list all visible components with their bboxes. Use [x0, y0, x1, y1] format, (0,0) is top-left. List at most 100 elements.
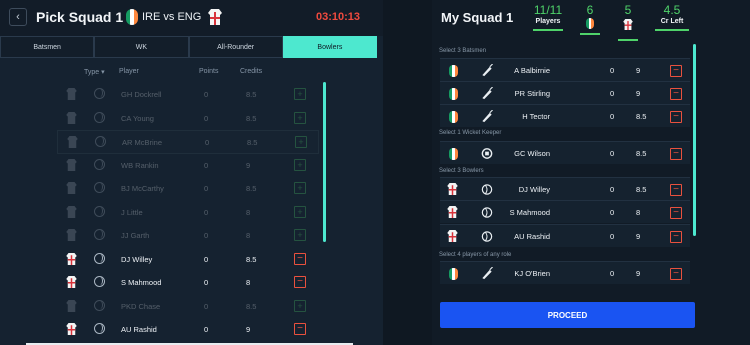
cricket-bat-icon [482, 87, 493, 100]
player-points: 0 [204, 207, 209, 217]
squad-player-credits: 8 [636, 208, 641, 217]
squad-player-row[interactable]: KJ O'Brien 0 9 − [440, 261, 690, 284]
squad-player-points: 0 [610, 89, 615, 98]
player-credits: 8 [246, 231, 251, 240]
remove-player-button[interactable]: − [670, 88, 682, 100]
player-row[interactable]: BJ McCarthy 0 8.5 + [57, 177, 319, 201]
player-points: 0 [204, 160, 209, 170]
england-jersey-icon [623, 19, 633, 30]
tab-batsmen[interactable]: Batsmen [0, 36, 95, 58]
add-player-button[interactable]: + [294, 111, 306, 124]
back-button[interactable]: ‹ [9, 8, 27, 26]
squad-player-points: 0 [610, 185, 615, 194]
section-label: Select 4 players of any role [439, 252, 512, 258]
player-points: 0 [205, 138, 210, 147]
ireland-flag-icon [449, 111, 458, 123]
stat-underline [618, 39, 638, 41]
add-player-button[interactable]: + [294, 158, 306, 171]
remove-player-button[interactable]: − [670, 148, 682, 160]
chevron-left-icon: ‹ [16, 11, 20, 23]
player-row[interactable]: J Little 0 8 + [57, 201, 319, 225]
squad-player-row[interactable]: DJ Willey 0 8.5 − [440, 177, 690, 200]
cricket-ball-icon [481, 231, 493, 242]
column-header-type[interactable]: Type ▾ [84, 68, 105, 76]
section-label: Select 1 Wicket Keeper [439, 130, 502, 136]
player-name: CA Young [121, 113, 154, 123]
england-jersey-icon [66, 276, 77, 288]
england-jersey-icon [447, 230, 458, 242]
ireland-flag-icon [449, 88, 458, 100]
squad-player-credits: 9 [636, 269, 641, 278]
remove-player-button[interactable]: − [294, 252, 306, 265]
squad-player-row[interactable]: S Mahmood 0 8 − [440, 200, 690, 223]
player-row[interactable]: JJ Garth 0 8 + [57, 224, 319, 248]
cricket-bat-icon [482, 267, 493, 280]
cricket-ball-icon [481, 207, 493, 218]
player-name: AR McBrine [122, 138, 163, 147]
column-header-player: Player [119, 68, 139, 75]
tab-bowlers[interactable]: Bowlers [282, 36, 377, 58]
cricket-ball-icon [94, 229, 105, 240]
squad-player-name: S Mahmood [509, 208, 550, 217]
england-jersey-icon [66, 323, 77, 335]
squad-player-credits: 8.5 [636, 149, 647, 158]
remove-player-button[interactable]: − [670, 231, 682, 243]
squad-player-row[interactable]: A Balbirnie 0 9 − [440, 58, 690, 81]
cricket-ball-icon [94, 88, 105, 99]
remove-player-button[interactable]: − [670, 207, 682, 219]
cricket-ball-icon [95, 136, 106, 147]
add-player-button[interactable]: + [294, 88, 306, 100]
player-name: JJ Garth [121, 231, 150, 240]
england-count-stat: 5 [618, 3, 638, 41]
add-player-button[interactable]: + [295, 136, 307, 148]
squad-list-scrollbar[interactable] [693, 44, 696, 236]
remove-player-button[interactable]: − [294, 276, 306, 288]
ireland-flag-icon [449, 148, 458, 160]
player-name: AU Rashid [121, 325, 157, 334]
player-row[interactable]: CA Young 0 8.5 + [57, 107, 319, 131]
add-player-button[interactable]: + [294, 229, 306, 241]
player-row[interactable]: AR McBrine 0 8.5 + [57, 130, 319, 154]
add-player-button[interactable]: + [294, 182, 306, 194]
remove-player-button[interactable]: − [670, 268, 682, 280]
squad-player-row[interactable]: AU Rashid 0 9 − [440, 224, 690, 247]
cricket-ball-icon [94, 182, 105, 193]
player-row[interactable]: AU Rashid 0 9 − [57, 318, 319, 342]
squad-player-name: AU Rashid [514, 232, 550, 241]
squad-title: My Squad 1 [441, 10, 514, 25]
squad-player-row[interactable]: PR Stirling 0 9 − [440, 81, 690, 104]
ireland-flag-icon [449, 65, 458, 77]
player-points: 0 [204, 90, 209, 99]
add-player-button[interactable]: + [294, 205, 306, 218]
tab-all-rounder[interactable]: All-Rounder [188, 36, 283, 58]
remove-player-button[interactable]: − [670, 184, 682, 196]
player-credits: 8.5 [246, 113, 257, 123]
player-points: 0 [204, 325, 209, 334]
player-list-scrollbar[interactable] [323, 82, 326, 242]
player-row[interactable]: S Mahmood 0 8 − [57, 271, 319, 295]
england-jersey-icon [208, 9, 222, 25]
player-credits: 9 [246, 325, 251, 334]
squad-player-row[interactable]: H Tector 0 8.5 − [440, 104, 690, 127]
player-name: S Mahmood [121, 278, 162, 287]
tab-wk[interactable]: WK [94, 36, 189, 58]
squad-player-points: 0 [610, 208, 615, 217]
remove-player-button[interactable]: − [670, 65, 682, 77]
ireland-flag-icon [449, 268, 458, 280]
squad-player-name: H Tector [522, 112, 550, 121]
remove-player-button[interactable]: − [670, 111, 682, 123]
remove-player-button[interactable]: − [294, 323, 306, 335]
player-points: 0 [204, 184, 209, 193]
player-row[interactable]: PKD Chase 0 8.5 + [57, 295, 319, 319]
player-credits: 8.5 [247, 138, 258, 147]
squad-player-points: 0 [610, 269, 615, 278]
ireland-jersey-icon [67, 136, 78, 148]
proceed-button[interactable]: PROCEED [440, 302, 695, 328]
player-row[interactable]: WB Rankin 0 9 + [57, 154, 319, 178]
player-row[interactable]: GH Dockrell 0 8.5 + [57, 83, 319, 107]
player-points: 0 [204, 278, 209, 287]
squad-player-row[interactable]: GC Wilson 0 8.5 − [440, 141, 690, 164]
add-player-button[interactable]: + [294, 299, 306, 312]
ireland-jersey-icon [66, 299, 77, 312]
player-row[interactable]: DJ Willey 0 8.5 − [57, 248, 319, 272]
